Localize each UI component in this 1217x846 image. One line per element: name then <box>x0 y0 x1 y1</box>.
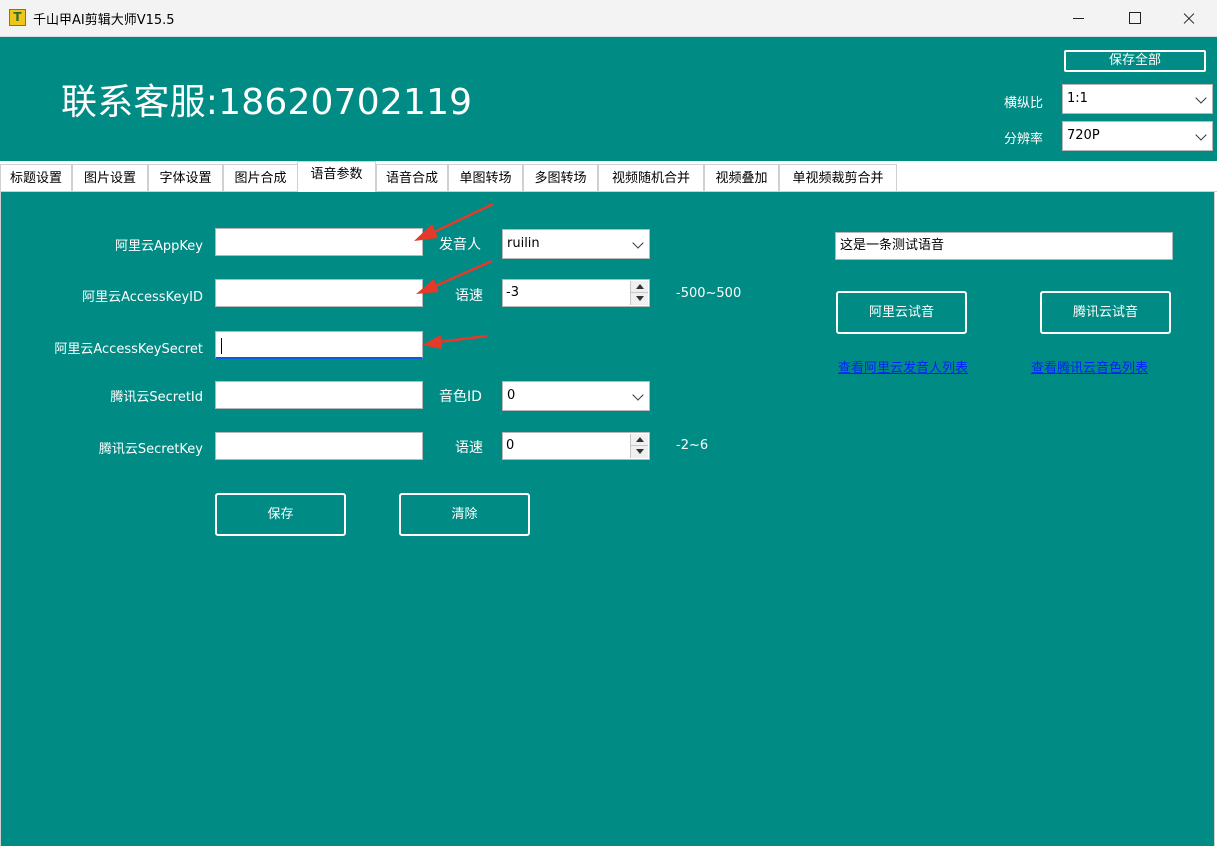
annotation-arrow-2 <box>416 259 493 294</box>
tab-voice-params[interactable]: 语音参数 <box>297 161 376 192</box>
annotation-arrow-3 <box>422 334 488 349</box>
annotation-arrows <box>414 202 494 349</box>
annotation-arrow-1 <box>414 202 494 241</box>
